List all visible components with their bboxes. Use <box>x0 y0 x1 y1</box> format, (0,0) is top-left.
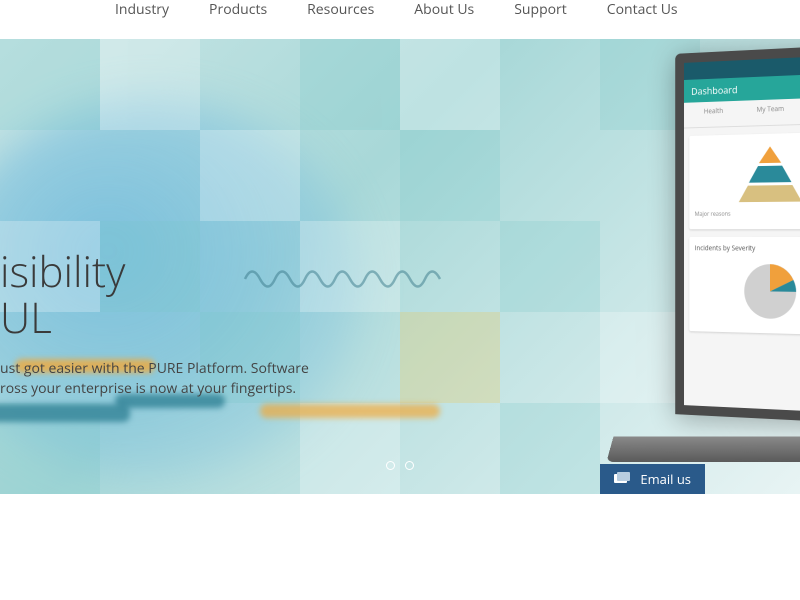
main-nav: Industry Products Resources About Us Sup… <box>0 0 800 39</box>
chart-card-pie: Incidents by Severity Observations Major… <box>689 237 800 336</box>
hero-text-block: isibility UL ust got easier with the PUR… <box>0 249 309 399</box>
pie-chart <box>738 257 800 326</box>
hero-desc-line2: ross your enterprise is now at your fing… <box>0 379 296 398</box>
nav-item-contact[interactable]: Contact Us <box>607 0 678 19</box>
email-us-label: Email us <box>640 470 691 488</box>
screen-tab-health: Health <box>704 107 723 121</box>
laptop-base <box>606 436 800 462</box>
hero-title: isibility UL <box>0 249 309 341</box>
accent-stripe <box>0 404 130 422</box>
pyramid-label: Major reasons <box>695 209 800 218</box>
pie-title: Incidents by Severity <box>695 244 800 253</box>
nav-item-resources[interactable]: Resources <box>307 0 374 19</box>
laptop-screen: Dashboard Health My Team Safety Major re… <box>675 44 800 424</box>
hero-description: ust got easier with the PURE Platform. S… <box>0 359 309 398</box>
nav-item-about[interactable]: About Us <box>414 0 474 19</box>
nav-item-products[interactable]: Products <box>209 0 267 19</box>
screen-tab-myteam: My Team <box>757 105 785 120</box>
email-us-widget[interactable]: Email us <box>600 464 705 494</box>
chat-icon <box>614 472 630 486</box>
laptop-mockup: Dashboard Health My Team Safety Major re… <box>580 44 800 494</box>
carousel-dot-2[interactable] <box>405 461 414 470</box>
hero-title-line2: UL <box>0 289 52 346</box>
chart-card-pyramid: Major reasons <box>689 131 800 229</box>
screen-tabs: Health My Team Safety <box>684 96 800 128</box>
pyramid-chart <box>724 140 800 210</box>
nav-item-industry[interactable]: Industry <box>115 0 169 19</box>
nav-item-support[interactable]: Support <box>514 0 567 19</box>
accent-stripe <box>260 404 440 418</box>
hero-banner: isibility UL ust got easier with the PUR… <box>0 39 800 494</box>
carousel-dot-1[interactable] <box>386 461 395 470</box>
hero-desc-line1: ust got easier with the PURE Platform. S… <box>0 359 309 378</box>
carousel-dots <box>386 461 414 470</box>
